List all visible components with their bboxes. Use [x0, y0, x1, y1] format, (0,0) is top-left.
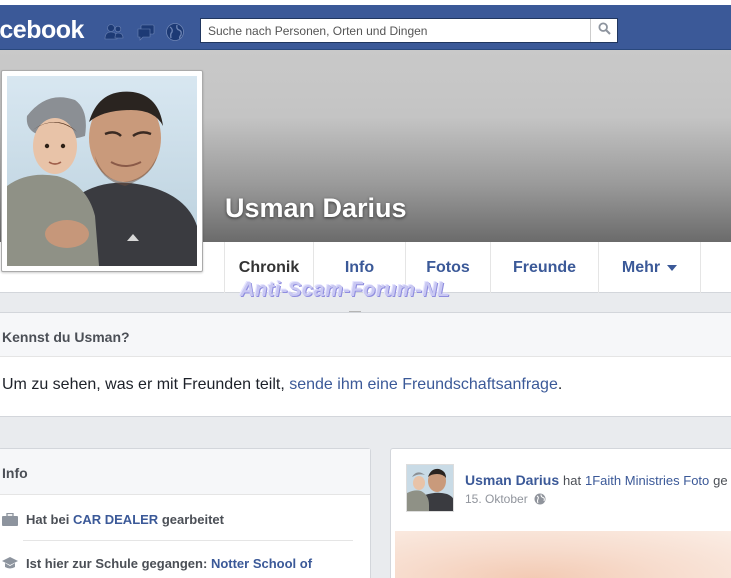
work-entry: Hat bei CAR DEALER gearbeitet [2, 512, 224, 527]
search-icon [597, 21, 611, 40]
prompt-text-body: Um zu sehen, was er mit Freunden teilt, [2, 376, 285, 393]
search-box [200, 18, 618, 43]
watermark-text: Anti-Scam-Forum-NL [240, 279, 451, 301]
info-title: Info [2, 465, 28, 481]
messages-icon[interactable] [136, 22, 156, 42]
profile-name[interactable]: Usman Darius [225, 193, 407, 224]
tab-label: Freunde [512, 258, 577, 276]
facebook-profile-page: acebook [0, 0, 731, 578]
profile-photo-image [7, 76, 197, 266]
search-button[interactable] [590, 19, 617, 42]
facebook-logo[interactable]: acebook [0, 16, 84, 45]
prompt-title: Kennst du Usman? [2, 329, 130, 345]
friends-icon[interactable] [104, 22, 124, 42]
prompt-text-end: . [557, 376, 563, 393]
search-input[interactable] [201, 19, 591, 42]
prompt-header: Kennst du Usman? [0, 313, 731, 357]
prompt-text: Um zu sehen, was er mit Freunden teilt, … [2, 376, 562, 394]
post-author-link[interactable]: Usman Darius [465, 472, 559, 488]
timeline-post: Usman Darius hat 1Faith Ministries Foto … [390, 448, 731, 578]
post-header: Usman Darius hat 1Faith Ministries Foto … [465, 472, 728, 488]
info-header: Info [0, 449, 370, 495]
chevron-down-icon [667, 264, 678, 271]
post-photo[interactable] [395, 531, 731, 578]
post-author-avatar[interactable] [406, 464, 454, 512]
graduation-cap-icon [2, 557, 18, 570]
work-prefix: Hat bei [26, 512, 70, 527]
friend-request-prompt: Kennst du Usman? Um zu sehen, was er mit… [0, 312, 731, 417]
tab-label: Info [344, 258, 375, 276]
school-place-link[interactable]: Notter School of [211, 556, 312, 571]
globe-icon[interactable] [165, 22, 185, 42]
top-bar: acebook [0, 0, 731, 50]
tab-label: Mehr [621, 258, 661, 276]
post-target-link[interactable]: 1Faith Ministries Foto [585, 473, 709, 488]
info-divider [23, 540, 353, 541]
tab-label: Chronik [238, 258, 300, 276]
work-suffix: gearbeitet [161, 512, 224, 527]
globe-icon[interactable] [534, 493, 546, 505]
post-suffix: ge [713, 473, 728, 488]
post-verb: hat [563, 473, 582, 488]
post-date[interactable]: 15. Oktober [465, 492, 528, 506]
work-place-link[interactable]: CAR DEALER [73, 512, 158, 527]
briefcase-icon [2, 512, 18, 526]
send-friend-request-link[interactable]: sende ihm eine Freundschaftsanfrage [289, 376, 558, 393]
school-prefix: Ist hier zur Schule gegangen: [26, 556, 208, 571]
school-entry: Ist hier zur Schule gegangen: Notter Sch… [2, 556, 312, 571]
tab-mehr[interactable]: Mehr [598, 242, 701, 293]
tab-freunde[interactable]: Freunde [490, 242, 598, 293]
post-timestamp: 15. Oktober [465, 492, 546, 506]
tab-label: Fotos [426, 258, 470, 276]
profile-picture[interactable] [1, 70, 203, 272]
info-panel: Info Hat bei CAR DEALER gearbeitet Ist h… [0, 448, 371, 578]
